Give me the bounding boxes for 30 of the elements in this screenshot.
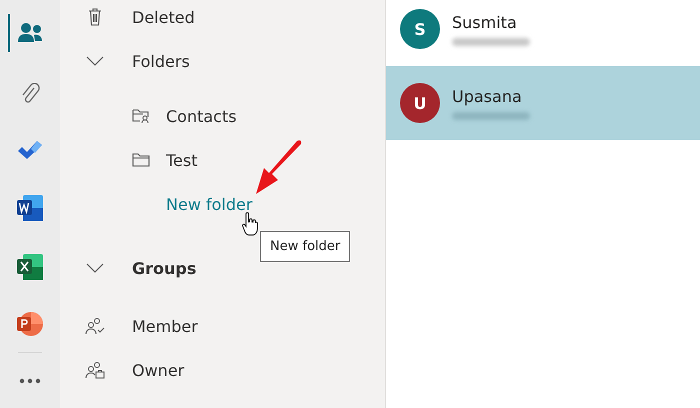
paperclip-icon xyxy=(20,83,40,105)
avatar: S xyxy=(400,9,440,49)
folder-person-icon xyxy=(132,108,150,124)
people-check-icon xyxy=(85,317,105,335)
nav-item[interactable]: Member xyxy=(132,316,198,336)
folder-item[interactable]: Test xyxy=(166,150,198,170)
spreadsheet-app-icon xyxy=(17,254,43,280)
nav-item[interactable]: Deleted xyxy=(132,8,195,26)
more-icon xyxy=(19,378,41,384)
presentation-app-icon xyxy=(17,311,43,337)
folder-item[interactable]: Contacts xyxy=(166,106,237,126)
section-header[interactable]: Groups xyxy=(132,258,196,278)
contact-name: Susmita xyxy=(452,12,518,32)
chevron-down-icon[interactable] xyxy=(86,263,104,273)
contact-row[interactable]: S Susmita xyxy=(386,0,700,66)
nav-item[interactable]: Owner xyxy=(132,360,184,380)
section-header[interactable]: Folders xyxy=(132,52,190,70)
trash-icon xyxy=(88,8,102,26)
contact-row[interactable]: U Upasana xyxy=(386,66,700,140)
people-icon xyxy=(17,22,43,44)
hand-cursor-icon xyxy=(242,212,258,236)
folder-icon xyxy=(132,153,150,167)
contact-name: Upasana xyxy=(452,86,523,106)
chevron-down-icon[interactable] xyxy=(86,56,104,66)
checkmark-icon xyxy=(17,140,43,160)
avatar: U xyxy=(400,83,440,123)
people-briefcase-icon xyxy=(85,361,105,379)
new-folder-link[interactable]: New folder xyxy=(166,194,252,214)
tooltip: New folder xyxy=(260,231,350,262)
document-app-icon xyxy=(17,194,43,220)
